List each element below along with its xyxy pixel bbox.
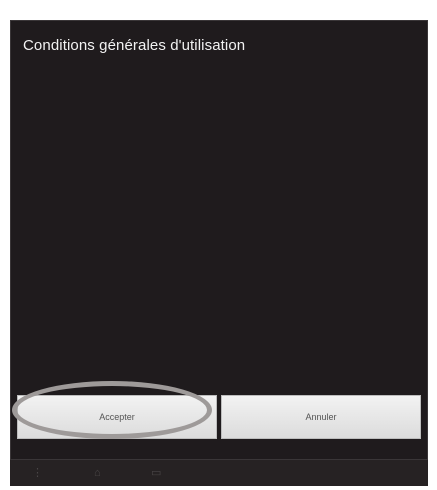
dialog-button-bar: Accepter Annuler: [17, 395, 421, 439]
home-icon[interactable]: ⌂: [94, 466, 101, 480]
terms-content-area[interactable]: [11, 69, 427, 395]
menu-icon[interactable]: ⋮: [32, 466, 43, 480]
accept-button[interactable]: Accepter: [17, 395, 217, 439]
cancel-button[interactable]: Annuler: [221, 395, 421, 439]
recent-apps-icon[interactable]: ▭: [151, 466, 161, 480]
dialog-title: Conditions générales d'utilisation: [23, 37, 246, 54]
navigation-bar: ⋮ ⌂ ▭: [10, 460, 428, 486]
terms-dialog: Conditions générales d'utilisation Accep…: [10, 20, 428, 460]
